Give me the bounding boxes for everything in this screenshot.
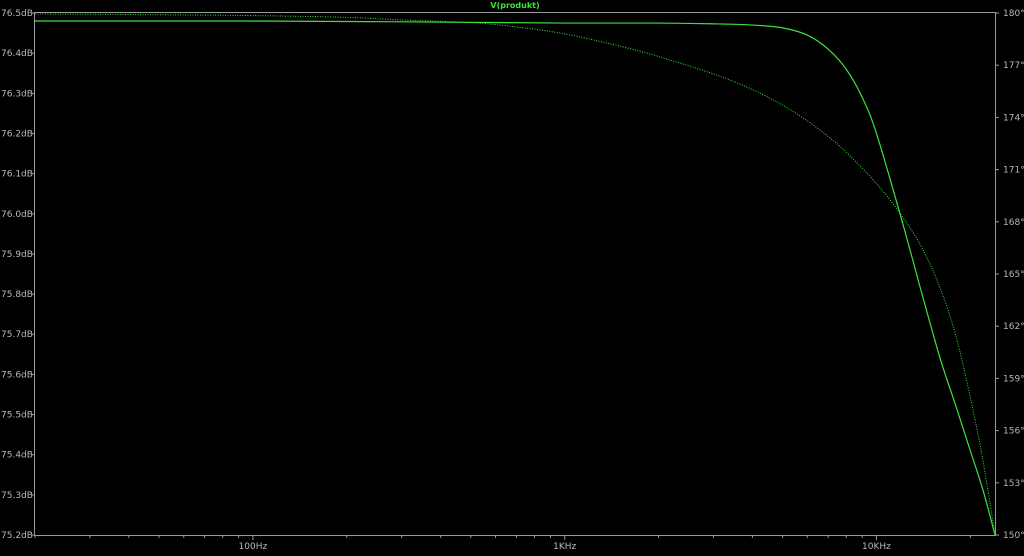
right-tick-label: 150°	[1003, 531, 1024, 541]
right-tick-label: 156°	[1003, 427, 1024, 437]
left-tick-label: 76.3dB	[1, 89, 33, 99]
left-tick-label: 75.8dB	[1, 290, 33, 300]
x-tick-label: 100Hz	[239, 542, 268, 552]
plot-canvas: V(produkt) 76.5dB 76.4dB 76.3dB 76.2dB 76.1d…	[1, 1, 1024, 552]
magnitude-trace-line	[35, 20, 996, 536]
x-tick-label: 1KHz	[553, 542, 576, 552]
left-tick-label: 76.0dB	[1, 210, 33, 220]
x-axis: 100Hz 1KHz 10KHz	[34, 535, 971, 552]
left-tick-label: 75.4dB	[1, 451, 33, 461]
left-tick-label: 75.2dB	[1, 531, 33, 541]
left-tick-label: 76.1dB	[1, 170, 33, 180]
phase-trace-line	[34, 13, 996, 536]
right-tick-label: 177°	[1003, 61, 1024, 71]
chart-title: V(produkt)	[490, 1, 539, 10]
left-tick-label: 75.3dB	[1, 491, 33, 501]
left-tick-label: 76.4dB	[1, 49, 33, 59]
x-tick-label: 10KHz	[862, 542, 891, 552]
left-tick-label: 75.6dB	[1, 370, 33, 380]
right-tick-label: 162°	[1003, 322, 1024, 332]
right-tick-label: 159°	[1003, 374, 1024, 384]
right-tick-label: 171°	[1003, 166, 1024, 176]
right-tick-label: 174°	[1003, 113, 1024, 123]
bode-plot: V(produkt) 76.5dB 76.4dB 76.3dB 76.2dB 76.1d…	[0, 0, 1024, 552]
left-tick-label: 75.7dB	[1, 330, 33, 340]
right-tick-label: 153°	[1003, 479, 1024, 489]
left-axis: 76.5dB 76.4dB 76.3dB 76.2dB 76.1dB 76.0dB 75.9…	[1, 9, 35, 541]
left-tick-label: 75.9dB	[1, 250, 33, 260]
right-axis: 180° 177° 174° 171° 168° 165° 162° 159° 156° 153°…	[995, 9, 1024, 541]
series-group	[34, 13, 996, 536]
right-tick-label: 168°	[1003, 218, 1024, 228]
right-tick-label: 165°	[1003, 270, 1024, 280]
right-tick-label: 180°	[1003, 9, 1024, 19]
left-tick-label: 75.5dB	[1, 411, 33, 421]
plot-frame	[34, 12, 996, 536]
left-tick-label: 76.2dB	[1, 129, 33, 139]
left-tick-label: 76.5dB	[1, 9, 33, 19]
